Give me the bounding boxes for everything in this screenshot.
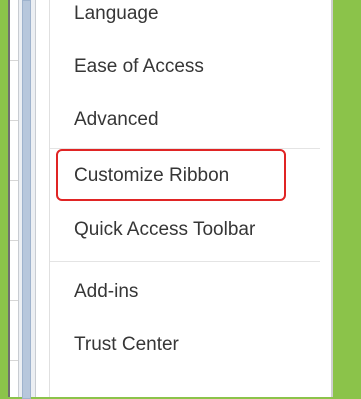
options-navigation-menu: Language Ease of Access Advanced Customi… xyxy=(49,0,332,397)
menu-item-advanced[interactable]: Advanced xyxy=(74,108,159,132)
menu-item-add-ins[interactable]: Add-ins xyxy=(74,280,138,304)
menu-item-quick-access-toolbar[interactable]: Quick Access Toolbar xyxy=(74,218,255,242)
menu-item-trust-center[interactable]: Trust Center xyxy=(74,333,179,357)
menu-separator xyxy=(50,261,320,262)
menu-item-customize-ribbon[interactable]: Customize Ribbon xyxy=(74,164,229,188)
scrollbar-thumb[interactable] xyxy=(22,0,31,399)
menu-item-language[interactable]: Language xyxy=(74,2,159,26)
menu-right-border xyxy=(331,0,333,397)
menu-item-ease-of-access[interactable]: Ease of Access xyxy=(74,55,204,79)
